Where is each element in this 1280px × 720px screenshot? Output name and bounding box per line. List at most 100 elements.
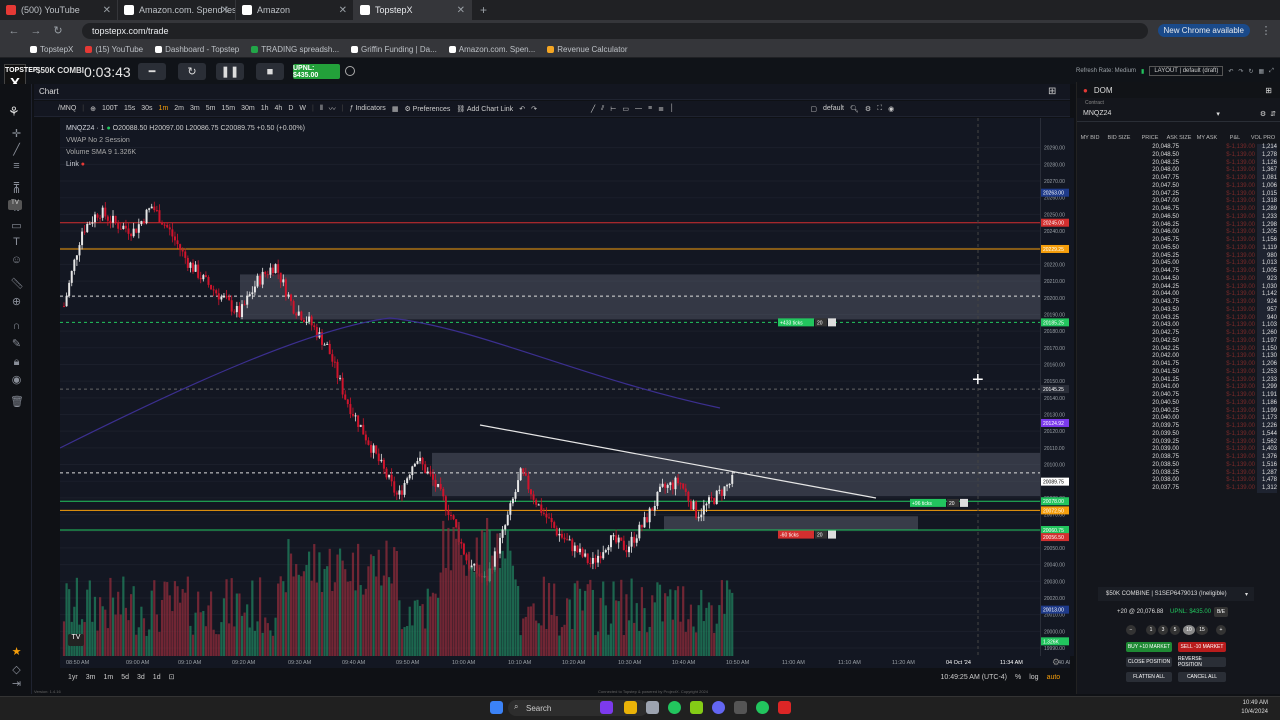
dom-row[interactable]: 20,042.25 $-1,139.00 1,150 (1077, 345, 1280, 354)
dom-row[interactable]: 20,045.00 $-1,139.00 1,013 (1077, 260, 1280, 268)
indicators-button[interactable]: ƒ Indicators (350, 105, 386, 112)
fib-tool-icon[interactable]: ⊢ (610, 105, 616, 113)
discord-icon[interactable] (712, 701, 725, 714)
dom-title[interactable]: DOM (1094, 86, 1113, 95)
file-explorer-icon[interactable] (624, 701, 637, 714)
close-tab-icon[interactable]: ✕ (457, 5, 465, 16)
dom-row[interactable]: 20,044.00 $-1,139.00 1,142 (1077, 291, 1280, 299)
bookmark[interactable]: Amazon.com. Spen... (448, 45, 535, 54)
dom-row[interactable]: 20,043.50 $-1,139.00 957 (1077, 306, 1280, 315)
chart-canvas[interactable]: +433 ticks 20 +96 ticks 20 -60 ticks 20 (60, 118, 1042, 656)
minimize-button[interactable]: ━ (138, 63, 166, 80)
horizontal-line-icon[interactable]: ― (635, 105, 642, 112)
undo-icon[interactable]: ↶ (1228, 68, 1233, 75)
app-icon[interactable] (734, 701, 747, 714)
dom-row[interactable]: 20,045.75 $-1,139.00 1,156 (1077, 237, 1280, 245)
price-chart[interactable]: +433 ticks 20 +96 ticks 20 -60 ticks 20 (60, 118, 1042, 656)
taskbar-clock[interactable]: 10:49 AM 10/4/2024 (1241, 699, 1268, 717)
close-position-button[interactable]: CLOSE POSITION (1126, 657, 1172, 667)
percent-toggle[interactable]: % (1015, 674, 1021, 681)
split-icon[interactable]: ⇵ (1270, 110, 1276, 118)
reverse-position-button[interactable]: REVERSE POSITION (1178, 656, 1226, 668)
close-tab-icon[interactable]: ✕ (221, 5, 229, 16)
add-panel-icon[interactable]: ⊞ (1265, 86, 1272, 95)
info-icon[interactable] (345, 66, 355, 76)
dom-row[interactable]: 20,041.25 $-1,139.00 1,233 (1077, 376, 1280, 385)
dom-row[interactable]: 20,046.50 $-1,139.00 1,233 (1077, 213, 1280, 222)
new-chrome-button[interactable]: New Chrome available (1157, 24, 1250, 37)
symbol-search[interactable]: /MNQ (58, 105, 76, 112)
dom-row[interactable]: 20,042.75 $-1,139.00 1,260 (1077, 330, 1280, 338)
dom-row[interactable]: 20,039.25 $-1,139.00 1,562 (1077, 438, 1280, 447)
new-tab-button[interactable]: + (472, 3, 487, 17)
trendline-tool-icon[interactable]: ╱ (591, 105, 595, 113)
node-icon[interactable]: ⋔ (10, 184, 23, 197)
dom-row[interactable]: 20,044.75 $-1,139.00 1,005 (1077, 268, 1280, 276)
range-5d[interactable]: 5d (121, 674, 129, 681)
copilot-icon[interactable] (600, 701, 613, 714)
expand-icon[interactable]: ⤢ (1269, 68, 1274, 75)
browser-tab[interactable]: Amazon ✕ (236, 0, 354, 20)
dom-row[interactable]: 20,047.50 $-1,139.00 1,006 (1077, 182, 1280, 191)
nvidia-icon[interactable] (690, 701, 703, 714)
range-1d[interactable]: 1d (153, 674, 161, 681)
dom-row[interactable]: 20,039.75 $-1,139.00 1,226 (1077, 423, 1280, 431)
dom-row[interactable]: 20,041.50 $-1,139.00 1,253 (1077, 368, 1280, 377)
layers-icon[interactable]: ◇ (10, 664, 23, 677)
range-1yr[interactable]: 1yr (68, 674, 78, 681)
reload-icon[interactable]: ↻ (1248, 68, 1253, 75)
account-select[interactable]: $50K COMBINE | S1SEP6479013 (Ineligible)… (1098, 587, 1254, 601)
dom-row[interactable]: 20,043.75 $-1,139.00 924 (1077, 299, 1280, 307)
browser-tab-active[interactable]: TopstepX ✕ (354, 0, 472, 20)
bookmark[interactable]: TopstepX (30, 45, 73, 54)
dom-row[interactable]: 20,042.50 $-1,139.00 1,197 (1077, 337, 1280, 346)
redo-icon[interactable]: ↷ (1238, 68, 1243, 75)
measure-icon[interactable]: ≣ (658, 105, 664, 113)
dom-row[interactable]: 20,048.25 $-1,139.00 1,126 (1077, 159, 1280, 168)
buy-market-button[interactable]: BUY +10 MARKET (1126, 642, 1172, 652)
settings-icon[interactable]: ⚙ (1260, 110, 1266, 118)
goto-date-icon[interactable]: ⊡ (169, 673, 175, 681)
emoji-icon[interactable]: ☺ (10, 254, 23, 267)
vertical-line-icon[interactable]: │ (670, 105, 674, 112)
dom-row[interactable]: 20,046.75 $-1,139.00 1,289 (1077, 206, 1280, 214)
undo-icon[interactable]: ↶ (519, 105, 525, 113)
interval-4h[interactable]: 4h (275, 105, 283, 112)
dom-row[interactable]: 20,042.00 $-1,139.00 1,130 (1077, 353, 1280, 361)
add-chart-link-button[interactable]: ⛓ Add Chart Link (456, 105, 513, 113)
log-toggle[interactable]: log (1029, 674, 1038, 681)
pause-button[interactable]: ❚❚ (216, 63, 244, 80)
interval-5m[interactable]: 5m (206, 105, 216, 112)
range-3m[interactable]: 3m (86, 674, 96, 681)
reload-icon[interactable]: ↻ (52, 24, 64, 37)
line-type-icon[interactable]: 〰 (329, 104, 336, 114)
interval-d[interactable]: D (288, 105, 293, 112)
refresh-rate-label[interactable]: Refresh Rate: Medium (1076, 68, 1136, 74)
flatten-all-button[interactable]: FLATTEN ALL (1126, 672, 1172, 682)
qty-1-button[interactable]: 1 (1146, 625, 1156, 635)
dom-row[interactable]: 20,045.50 $-1,139.00 1,119 (1077, 244, 1280, 253)
logout-icon[interactable]: ⇥ (10, 678, 23, 691)
bookmark[interactable]: TRADING spreadsh... (251, 45, 339, 54)
axis-settings-icon[interactable]: ⚙ (1052, 657, 1060, 668)
eye-icon[interactable]: ◉ (10, 374, 23, 387)
bookmark[interactable]: Griffin Funding | Da... (351, 45, 437, 54)
legend-vwap[interactable]: VWAP No 2 Session (66, 135, 305, 147)
horizontal-lines-icon[interactable]: ≡ (10, 160, 23, 173)
legend-volume[interactable]: Volume SMA 9 1.326K (66, 147, 305, 159)
star-icon[interactable]: ★ (10, 646, 23, 659)
chart-app-icon[interactable]: ⚘ (8, 104, 20, 120)
dom-row[interactable]: 20,038.50 $-1,139.00 1,516 (1077, 461, 1280, 470)
range-1m[interactable]: 1m (103, 674, 113, 681)
dom-row[interactable]: 20,040.25 $-1,139.00 1,199 (1077, 407, 1280, 416)
chrome-icon[interactable] (756, 701, 769, 714)
layout-name[interactable]: default (823, 105, 844, 112)
dom-row[interactable]: 20,048.00 $-1,139.00 1,367 (1077, 167, 1280, 175)
app-icon[interactable] (646, 701, 659, 714)
interval-1h[interactable]: 1h (261, 105, 269, 112)
chart-clock[interactable]: 10:49:25 AM (UTC-4) (940, 674, 1007, 681)
fullscreen-icon[interactable]: ⛶ (877, 105, 882, 113)
cancel-all-button[interactable]: CANCEL ALL (1178, 672, 1226, 682)
qty-10-button[interactable]: 10 (1183, 625, 1195, 635)
dom-row[interactable]: 20,044.25 $-1,139.00 1,030 (1077, 283, 1280, 292)
